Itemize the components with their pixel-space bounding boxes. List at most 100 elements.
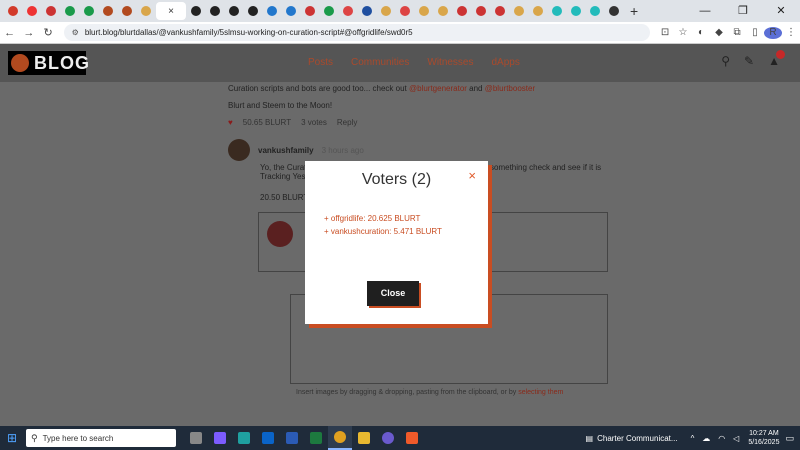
clock[interactable]: 10:27 AM 5/16/2025	[748, 429, 779, 447]
browser-tab-active[interactable]: ×	[156, 2, 186, 20]
browser-tab[interactable]	[415, 2, 433, 20]
browser-tab[interactable]	[491, 2, 509, 20]
word-icon[interactable]	[280, 426, 304, 450]
close-window-button[interactable]: ✕	[762, 0, 800, 22]
tab-favicon-icon	[27, 6, 37, 16]
browser-tab[interactable]	[605, 2, 623, 20]
brave-icon[interactable]	[400, 426, 424, 450]
comment-avatar[interactable]	[228, 139, 250, 161]
upvote-heart-icon[interactable]: ♥	[228, 118, 233, 127]
nav-dapps[interactable]: dApps	[492, 57, 520, 68]
browser-tab[interactable]	[137, 2, 155, 20]
browser-tab[interactable]	[472, 2, 490, 20]
sidepanel-icon[interactable]: ▯	[746, 27, 764, 38]
notification-icon[interactable]: ▲	[768, 50, 785, 68]
taskbar-search[interactable]: ⚲ Type here to search	[26, 429, 176, 447]
browser-tab[interactable]	[118, 2, 136, 20]
browser-tab[interactable]	[548, 2, 566, 20]
browser-tab[interactable]	[320, 2, 338, 20]
browser-tab[interactable]	[42, 2, 60, 20]
logo-text: BLOG	[34, 53, 90, 73]
extensions-puzzle-icon[interactable]: ⧉	[728, 27, 746, 38]
browser-tab[interactable]	[4, 2, 22, 20]
browser-tab[interactable]	[225, 2, 243, 20]
edge-icon[interactable]	[232, 426, 256, 450]
tab-favicon-icon	[495, 6, 505, 16]
tab-favicon-icon	[381, 6, 391, 16]
voter-item[interactable]: + offgridlife: 20.625 BLURT	[324, 212, 442, 225]
reload-icon[interactable]: ↻	[38, 26, 57, 39]
post-votes[interactable]: 3 votes	[301, 118, 327, 127]
browser-tab[interactable]	[263, 2, 281, 20]
windows-start-icon[interactable]: ⊞	[0, 431, 24, 445]
select-images-link[interactable]: selecting them	[518, 389, 563, 396]
address-bar[interactable]: ⚙ blurt.blog/blurtdallas/@vankushfamily/…	[63, 24, 651, 41]
browser-tab[interactable]	[61, 2, 79, 20]
chrome-icon[interactable]	[328, 426, 352, 450]
comment-time[interactable]: 3 hours ago	[322, 146, 364, 155]
network-widget-text: Charter Communicat...	[597, 433, 678, 443]
browser-tab[interactable]	[453, 2, 471, 20]
maximize-button[interactable]: ❐	[724, 0, 762, 22]
browser-tab[interactable]	[80, 2, 98, 20]
outlook-icon[interactable]	[256, 426, 280, 450]
browser-tab[interactable]	[510, 2, 528, 20]
wifi-icon[interactable]: ◠	[718, 434, 725, 443]
network-widget-icon: ▤	[585, 433, 594, 443]
pencil-icon[interactable]: ✎	[744, 54, 754, 68]
new-tab-button[interactable]: +	[630, 3, 638, 19]
browser-tab[interactable]	[377, 2, 395, 20]
browser-tab[interactable]	[529, 2, 547, 20]
back-icon[interactable]: ←	[0, 27, 19, 39]
voter-item[interactable]: + vankushcuration: 5.471 BLURT	[324, 225, 442, 238]
browser-tab[interactable]	[434, 2, 452, 20]
metamask-icon[interactable]: ◆	[710, 27, 728, 38]
menu-kebab-icon[interactable]: ⋮	[782, 27, 800, 38]
browser-tab[interactable]	[99, 2, 117, 20]
browser-tab[interactable]	[206, 2, 224, 20]
nav-posts[interactable]: Posts	[308, 57, 333, 68]
nav-communities[interactable]: Communities	[351, 57, 409, 68]
cloud-icon[interactable]: ☁	[702, 434, 710, 443]
blurtgenerator-link[interactable]: @blurtgenerator	[409, 84, 467, 93]
browser-tab[interactable]	[244, 2, 262, 20]
file-explorer-icon[interactable]	[352, 426, 376, 450]
close-button[interactable]: Close	[367, 281, 419, 306]
blurtbooster-link[interactable]: @blurtbooster	[485, 84, 535, 93]
taskbar-apps	[184, 426, 424, 450]
browser-tab[interactable]	[567, 2, 585, 20]
chat-icon[interactable]	[376, 426, 400, 450]
minimize-button[interactable]: —	[686, 0, 724, 22]
nav-witnesses[interactable]: Witnesses	[427, 57, 473, 68]
forward-icon[interactable]: →	[19, 27, 38, 39]
browser-tab[interactable]	[339, 2, 357, 20]
post-payout[interactable]: 50.65 BLURT	[243, 118, 291, 127]
extension-icon[interactable]: ◐	[692, 27, 710, 38]
notifications-icon[interactable]: ▭	[785, 433, 794, 444]
comment-author[interactable]: vankushfamily	[258, 146, 314, 155]
browser-tab[interactable]	[187, 2, 205, 20]
browser-tab[interactable]	[396, 2, 414, 20]
install-app-icon[interactable]: ⊡	[656, 27, 674, 38]
copilot-icon[interactable]	[208, 426, 232, 450]
tab-favicon-icon	[65, 6, 75, 16]
browser-tab[interactable]	[282, 2, 300, 20]
excel-icon[interactable]	[304, 426, 328, 450]
browser-tab[interactable]	[586, 2, 604, 20]
post-reply-link[interactable]: Reply	[337, 118, 357, 127]
browser-tab[interactable]	[301, 2, 319, 20]
site-logo[interactable]: BLOG	[8, 51, 89, 75]
tab-close-icon[interactable]: ×	[168, 6, 174, 17]
task-view-icon[interactable]	[184, 426, 208, 450]
profile-avatar[interactable]: R	[764, 26, 783, 39]
volume-icon[interactable]: ◁	[733, 434, 739, 443]
search-icon[interactable]: ⚲	[721, 54, 730, 68]
modal-close-icon[interactable]: ×	[468, 168, 476, 183]
browser-tab[interactable]	[358, 2, 376, 20]
browser-tab[interactable]	[23, 2, 41, 20]
bookmark-star-icon[interactable]: ☆	[674, 27, 692, 38]
tab-favicon-icon	[141, 6, 151, 16]
network-widget[interactable]: ▤ Charter Communicat...	[586, 434, 678, 443]
site-info-icon[interactable]: ⚙	[72, 28, 79, 37]
chevron-up-icon[interactable]: ^	[691, 434, 695, 443]
